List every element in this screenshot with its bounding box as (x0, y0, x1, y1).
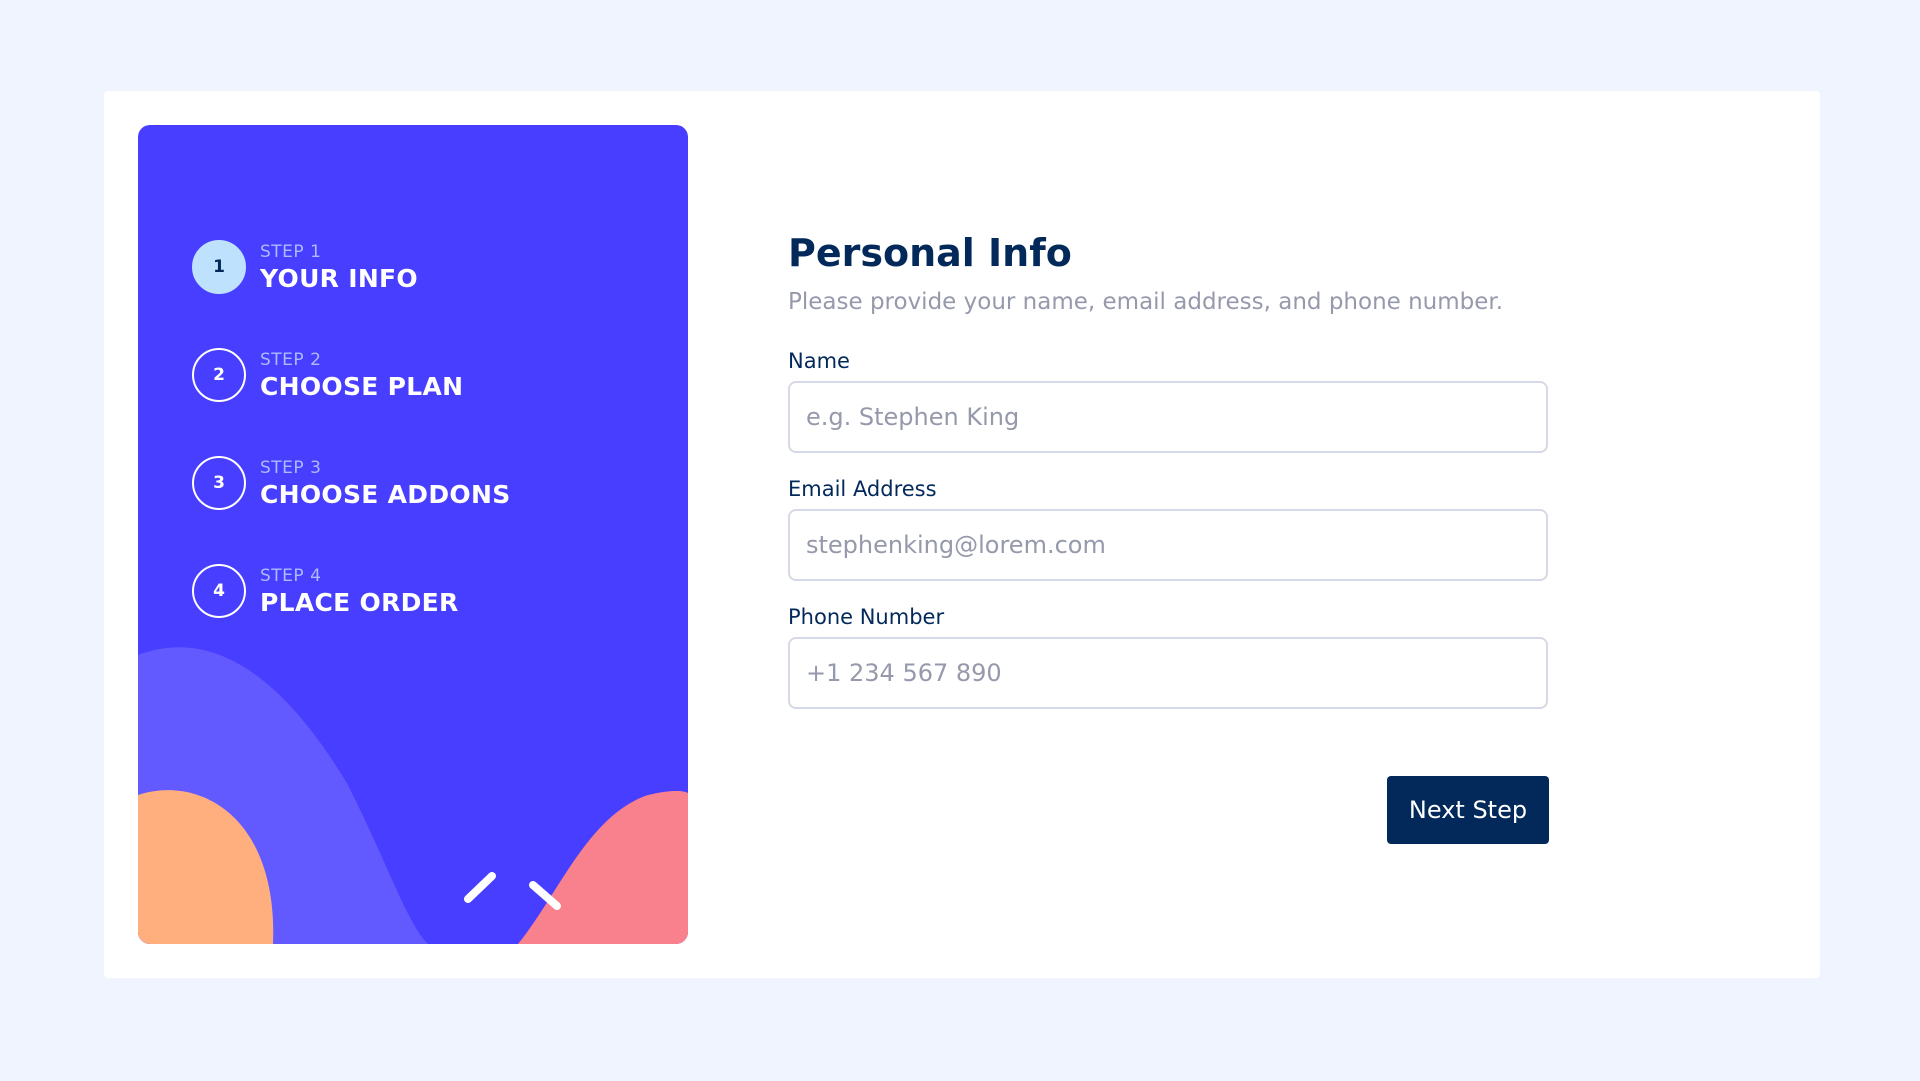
step-text: STEP 3 CHOOSE ADDONS (260, 458, 511, 509)
email-input[interactable] (788, 509, 1548, 581)
page-subtitle: Please provide your name, email address,… (788, 289, 1504, 315)
email-field-group: Email Address (788, 477, 1552, 581)
step-list: 1 STEP 1 YOUR INFO 2 STEP 2 CHOOSE PLAN … (192, 239, 511, 619)
step-text: STEP 1 YOUR INFO (260, 242, 418, 293)
email-field-label: Email Address (788, 477, 937, 501)
step-item-2[interactable]: 2 STEP 2 CHOOSE PLAN (192, 347, 511, 403)
step-label: STEP 4 (260, 565, 322, 586)
form-card: 1 STEP 1 YOUR INFO 2 STEP 2 CHOOSE PLAN … (104, 91, 1820, 978)
step-label: STEP 1 (260, 241, 322, 262)
page-title: Personal Info (788, 231, 1072, 275)
name-field-label: Name (788, 349, 850, 373)
step-title: PLACE ORDER (260, 587, 459, 617)
personal-info-form: Personal Info Please provide your name, … (788, 231, 1552, 709)
next-step-button[interactable]: Next Step (1387, 776, 1549, 844)
step-number-badge: 4 (192, 564, 246, 618)
step-number-badge: 1 (192, 240, 246, 294)
step-item-4[interactable]: 4 STEP 4 PLACE ORDER (192, 563, 511, 619)
step-text: STEP 2 CHOOSE PLAN (260, 350, 463, 401)
step-number-badge: 3 (192, 456, 246, 510)
step-number-badge: 2 (192, 348, 246, 402)
sidebar: 1 STEP 1 YOUR INFO 2 STEP 2 CHOOSE PLAN … (138, 125, 688, 944)
step-item-3[interactable]: 3 STEP 3 CHOOSE ADDONS (192, 455, 511, 511)
phone-field-label: Phone Number (788, 605, 945, 629)
step-label: STEP 2 (260, 349, 322, 370)
phone-input[interactable] (788, 637, 1548, 709)
phone-field-group: Phone Number (788, 605, 1552, 709)
step-title: CHOOSE ADDONS (260, 479, 511, 509)
step-title: CHOOSE PLAN (260, 371, 464, 401)
step-title: YOUR INFO (260, 263, 418, 293)
step-item-1[interactable]: 1 STEP 1 YOUR INFO (192, 239, 511, 295)
step-label: STEP 3 (260, 457, 322, 478)
step-text: STEP 4 PLACE ORDER (260, 566, 459, 617)
name-field-group: Name (788, 349, 1552, 453)
name-input[interactable] (788, 381, 1548, 453)
